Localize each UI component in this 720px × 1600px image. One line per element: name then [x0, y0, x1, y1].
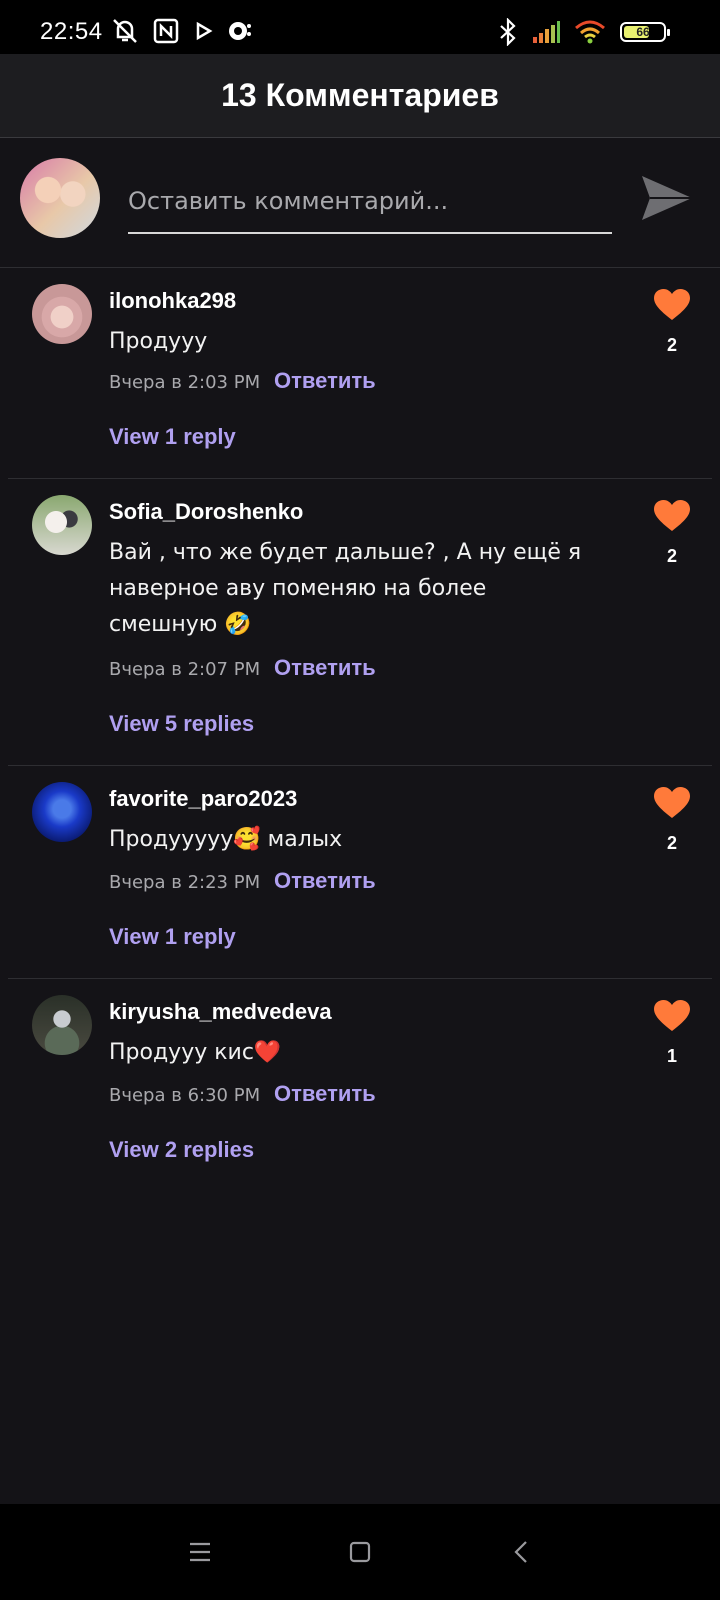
- status-time: 22:54: [40, 18, 103, 45]
- menu-icon[interactable]: [184, 1536, 216, 1568]
- nfc-icon: [153, 18, 179, 44]
- page-title: 13 Комментариев: [221, 77, 499, 113]
- chat-icon: [229, 22, 251, 40]
- comment-text: Вай , что же будет дальше? , А ну ещё я …: [109, 540, 582, 637]
- view-replies-link[interactable]: View 2 replies: [109, 1137, 254, 1163]
- send-icon[interactable]: [638, 170, 694, 226]
- signal-icon: [533, 21, 560, 43]
- heart-icon: [654, 500, 690, 531]
- comment-timestamp: Вчера в 2:23 PM: [109, 872, 261, 893]
- battery-indicator: 66: [620, 22, 670, 42]
- wifi-icon: [575, 20, 605, 44]
- comment-list: ilonohka298 Продууу Вчера в 2:03 PM Отве…: [0, 268, 720, 1189]
- like-button[interactable]: 2: [652, 288, 692, 356]
- comment-input[interactable]: [128, 178, 612, 234]
- comment-item: kiryusha_medvedeva Продууу кис❤️ Вчера в…: [8, 979, 712, 1189]
- comment-username[interactable]: kiryusha_medvedeva: [109, 999, 332, 1025]
- like-count: 2: [666, 335, 677, 355]
- comment-timestamp: Вчера в 2:07 PM: [109, 659, 261, 680]
- like-count: 2: [666, 546, 677, 566]
- play-icon: [196, 21, 213, 41]
- comment-text: Продууу: [109, 329, 208, 354]
- bell-off-icon: [113, 19, 137, 43]
- comment-composer: [0, 138, 720, 268]
- reply-button[interactable]: Ответить: [274, 868, 376, 894]
- comment-item: ilonohka298 Продууу Вчера в 2:03 PM Отве…: [8, 268, 712, 479]
- reply-button[interactable]: Ответить: [274, 368, 376, 394]
- view-replies-link[interactable]: View 1 reply: [109, 424, 236, 450]
- comment-timestamp: Вчера в 6:30 PM: [109, 1085, 261, 1106]
- reply-button[interactable]: Ответить: [274, 655, 376, 681]
- comment-timestamp: Вчера в 2:03 PM: [109, 372, 261, 393]
- heart-icon: [654, 1000, 690, 1031]
- current-user-avatar: [20, 158, 100, 238]
- comment-text: Продууууу🥰 малых: [109, 827, 343, 852]
- heart-icon: [654, 787, 690, 818]
- avatar[interactable]: [32, 284, 92, 344]
- avatar[interactable]: [32, 995, 92, 1055]
- status-bar: 22:54 66: [0, 0, 720, 54]
- comment-item: favorite_paro2023 Продууууу🥰 малых Вчера…: [8, 766, 712, 979]
- battery-level: 66: [636, 25, 650, 39]
- comment-username[interactable]: Sofia_Doroshenko: [109, 499, 303, 525]
- comment-username[interactable]: favorite_paro2023: [109, 786, 297, 812]
- like-count: 1: [666, 1046, 677, 1066]
- like-button[interactable]: 2: [652, 786, 692, 854]
- avatar[interactable]: [32, 782, 92, 842]
- bluetooth-icon: [500, 18, 516, 46]
- like-button[interactable]: 2: [652, 499, 692, 567]
- like-count: 2: [666, 833, 677, 853]
- comment-item: Sofia_Doroshenko Вай , что же будет даль…: [8, 479, 712, 766]
- home-icon[interactable]: [344, 1536, 376, 1568]
- reply-button[interactable]: Ответить: [274, 1081, 376, 1107]
- avatar[interactable]: [32, 495, 92, 555]
- like-button[interactable]: 1: [652, 999, 692, 1067]
- system-nav-bar: [0, 1504, 720, 1600]
- heart-icon: [654, 289, 690, 320]
- comments-header: 13 Комментариев: [0, 54, 720, 138]
- view-replies-link[interactable]: View 5 replies: [109, 711, 254, 737]
- back-icon[interactable]: [506, 1536, 538, 1568]
- comment-username[interactable]: ilonohka298: [109, 288, 236, 314]
- view-replies-link[interactable]: View 1 reply: [109, 924, 236, 950]
- comment-text: Продууу кис❤️: [109, 1040, 282, 1065]
